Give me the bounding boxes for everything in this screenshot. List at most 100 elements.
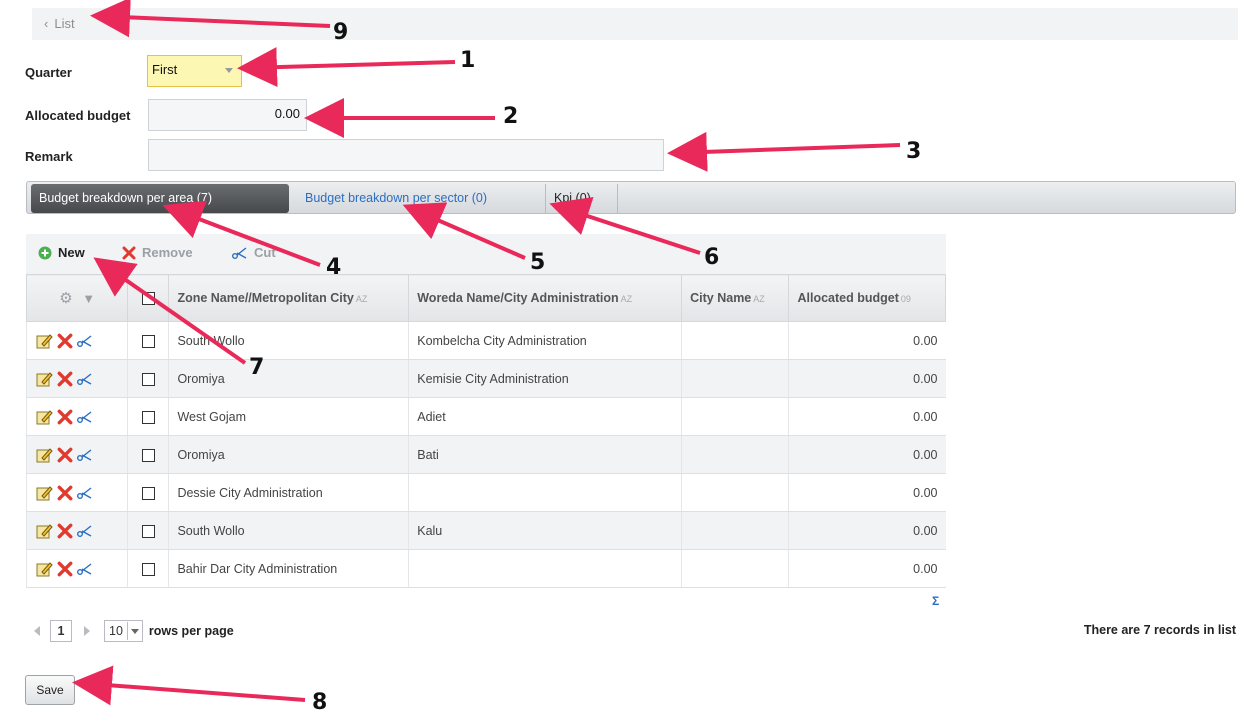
- row-checkbox[interactable]: [141, 562, 155, 576]
- table-row[interactable]: Oromiya Kemisie City Administration 0.00: [25, 359, 946, 398]
- row-checkbox[interactable]: [141, 410, 155, 424]
- scissors-icon: [232, 246, 247, 259]
- row-checkbox[interactable]: [141, 448, 155, 462]
- scissors-icon[interactable]: [77, 486, 93, 500]
- woreda-cell: Kalu: [408, 511, 682, 550]
- woreda-cell: Kemisie City Administration: [408, 359, 682, 398]
- edit-icon[interactable]: [35, 408, 53, 426]
- row-select-cell: [127, 473, 169, 512]
- budget-cell: 0.00: [788, 321, 946, 360]
- tab-kpi[interactable]: Kpi (0): [545, 184, 618, 213]
- edit-icon[interactable]: [35, 484, 53, 502]
- scissors-icon[interactable]: [77, 334, 93, 348]
- rows-per-page-label: rows per page: [148, 624, 234, 638]
- annotation-3: 3: [906, 139, 922, 164]
- row-actions: [25, 321, 128, 360]
- row-select-cell: [127, 549, 169, 588]
- zone-column-header[interactable]: Zone Name//Metropolitan City AZ: [168, 274, 410, 322]
- woreda-cell: Bati: [408, 435, 682, 474]
- edit-icon[interactable]: [35, 560, 53, 578]
- budget-column-header[interactable]: Allocated budget 09: [788, 274, 946, 322]
- annotation-8: 8: [312, 690, 328, 715]
- row-actions: [25, 359, 128, 398]
- table-row[interactable]: West Gojam Adiet 0.00: [25, 397, 946, 436]
- table-row[interactable]: South Wollo Kalu 0.00: [25, 511, 946, 550]
- city-header-label: City Name: [690, 291, 752, 305]
- city-cell: [681, 397, 789, 436]
- delete-icon[interactable]: [57, 523, 73, 539]
- save-button[interactable]: Save: [25, 675, 75, 705]
- quarter-select[interactable]: First: [147, 55, 242, 87]
- row-checkbox[interactable]: [141, 372, 155, 386]
- zone-header-label: Zone Name//Metropolitan City: [177, 291, 354, 305]
- annotation-1: 1: [460, 48, 476, 73]
- row-actions: [25, 473, 128, 512]
- rows-per-page-select[interactable]: 10: [104, 620, 143, 642]
- quarter-label: Quarter: [25, 65, 72, 80]
- row-checkbox[interactable]: [141, 486, 155, 500]
- annotation-6: 6: [704, 245, 720, 270]
- records-count: There are 7 records in list: [1083, 623, 1236, 637]
- scissors-icon[interactable]: [77, 448, 93, 462]
- remark-label: Remark: [25, 149, 73, 164]
- budget-header-label: Allocated budget: [797, 291, 899, 305]
- cut-button[interactable]: Cut: [232, 245, 276, 260]
- table-row[interactable]: Oromiya Bati 0.00: [25, 435, 946, 474]
- row-actions: [25, 397, 128, 436]
- table-row[interactable]: Dessie City Administration 0.00: [25, 473, 946, 512]
- city-cell: [681, 549, 789, 588]
- delete-icon[interactable]: [57, 333, 73, 349]
- scissors-icon[interactable]: [77, 562, 93, 576]
- rows-per-page-value: 10: [109, 624, 123, 638]
- woreda-cell: [408, 473, 682, 512]
- table-row[interactable]: South Wollo Kombelcha City Administration…: [25, 321, 946, 360]
- remark-input[interactable]: [148, 139, 664, 171]
- edit-icon[interactable]: [35, 446, 53, 464]
- row-select-cell: [127, 359, 169, 398]
- remove-icon: [122, 246, 136, 259]
- row-select-cell: [127, 435, 169, 474]
- scissors-icon[interactable]: [77, 524, 93, 538]
- allocated-budget-input[interactable]: 0.00: [148, 99, 307, 131]
- delete-icon[interactable]: [57, 409, 73, 425]
- tab-budget-per-sector[interactable]: Budget breakdown per sector (0): [297, 184, 495, 213]
- delete-icon[interactable]: [57, 485, 73, 501]
- delete-icon[interactable]: [57, 447, 73, 463]
- annotation-5: 5: [530, 250, 546, 275]
- gear-icon[interactable]: ⚙: [59, 290, 72, 307]
- delete-icon[interactable]: [57, 371, 73, 387]
- new-button[interactable]: New: [38, 245, 85, 260]
- next-page-icon[interactable]: [84, 626, 90, 636]
- annotation-arrow-1: [237, 47, 456, 88]
- tab-budget-per-area[interactable]: Budget breakdown per area (7): [31, 184, 289, 213]
- page-number[interactable]: 1: [50, 620, 72, 642]
- row-checkbox[interactable]: [141, 334, 155, 348]
- add-icon: [38, 246, 52, 259]
- filter-icon[interactable]: ▼: [82, 291, 95, 306]
- prev-page-icon[interactable]: [34, 626, 40, 636]
- back-to-list-link[interactable]: ‹ List: [44, 16, 75, 31]
- grid-tools-header: ⚙ ▼: [25, 274, 129, 322]
- city-column-header[interactable]: City Name AZ: [681, 274, 790, 322]
- city-cell: [681, 511, 789, 550]
- table-row[interactable]: Bahir Dar City Administration 0.00: [25, 549, 946, 588]
- scissors-icon[interactable]: [77, 410, 93, 424]
- zone-cell: South Wollo: [168, 511, 409, 550]
- delete-icon[interactable]: [57, 561, 73, 577]
- zone-cell: Oromiya: [168, 359, 409, 398]
- annotation-arrow-8: [72, 665, 306, 706]
- edit-icon[interactable]: [35, 332, 53, 350]
- zone-cell: Dessie City Administration: [168, 473, 409, 512]
- budget-cell: 0.00: [788, 511, 946, 550]
- edit-icon[interactable]: [35, 522, 53, 540]
- sum-icon[interactable]: Σ: [932, 594, 939, 608]
- edit-icon[interactable]: [35, 370, 53, 388]
- row-checkbox[interactable]: [141, 524, 155, 538]
- select-all-checkbox[interactable]: [141, 292, 155, 306]
- annotation-9: 9: [333, 20, 349, 45]
- woreda-column-header[interactable]: Woreda Name/City Administration AZ: [408, 274, 683, 322]
- back-label: List: [54, 16, 75, 31]
- remove-button[interactable]: Remove: [122, 245, 193, 260]
- new-label: New: [58, 245, 85, 260]
- scissors-icon[interactable]: [77, 372, 93, 386]
